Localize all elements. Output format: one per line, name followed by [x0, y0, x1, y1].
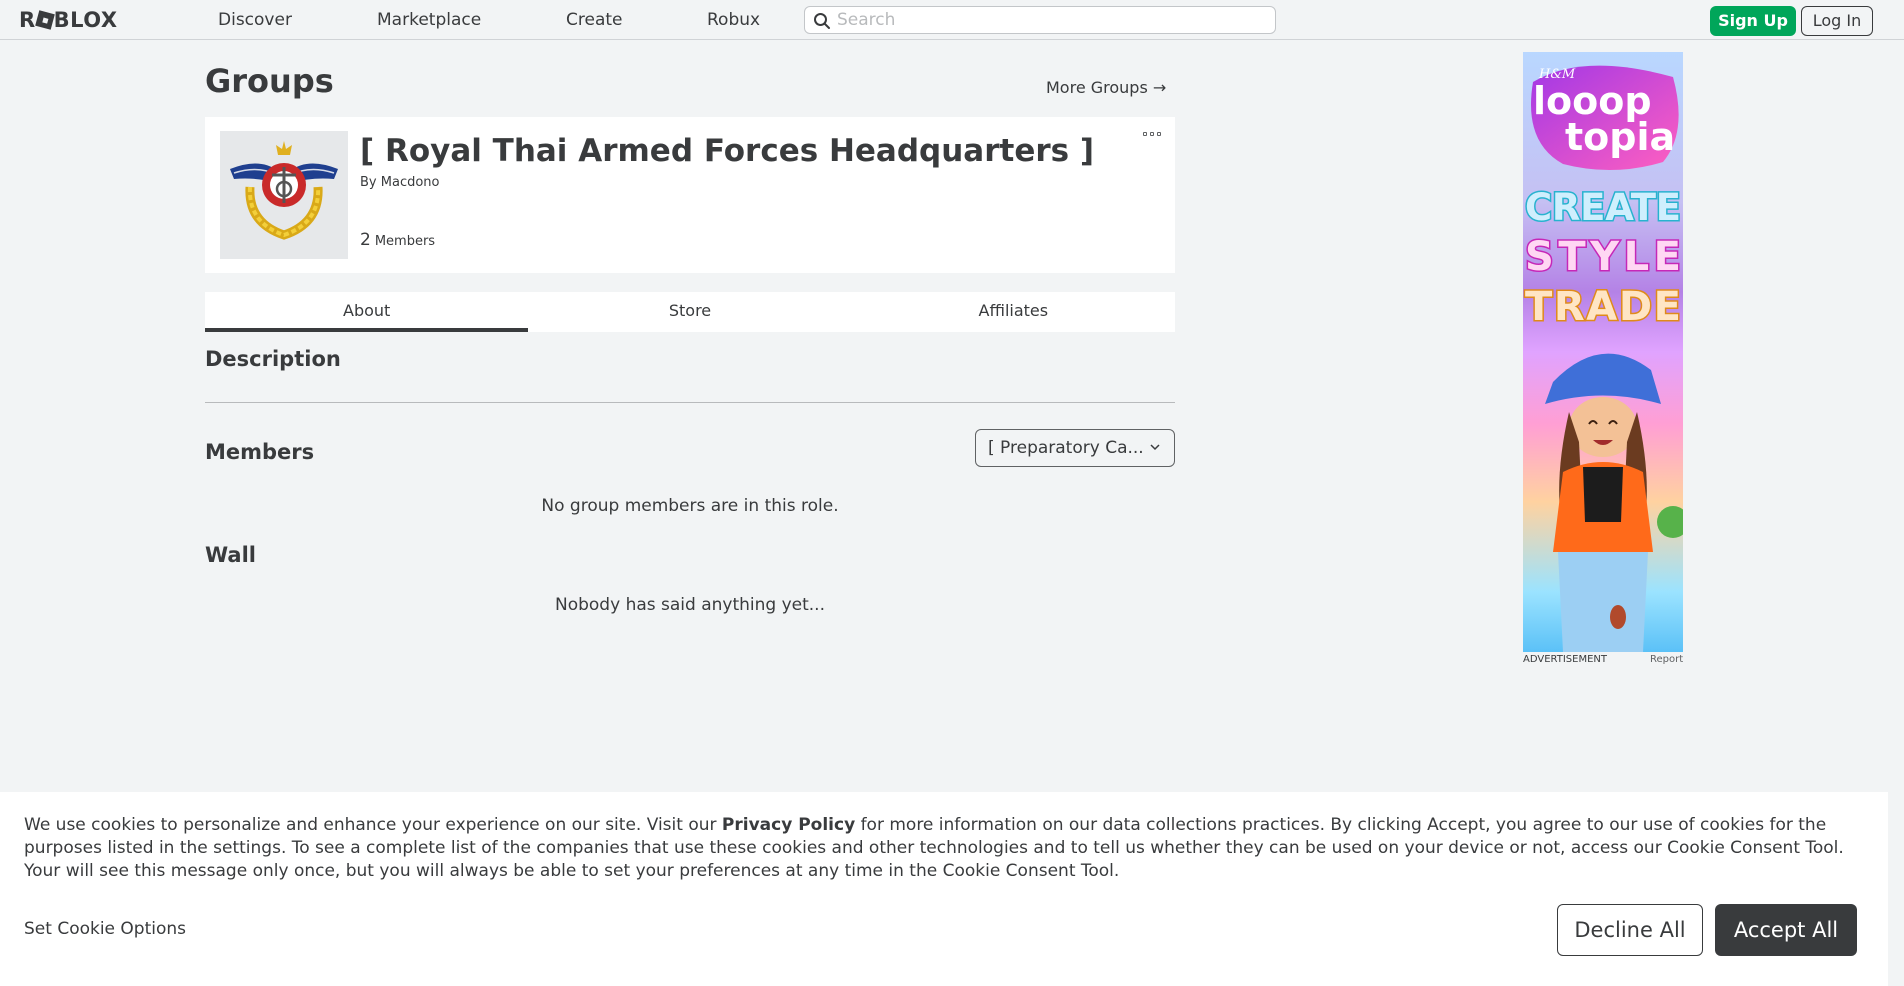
top-navigation-bar: R BLOX Discover Marketplace Create Robux … [0, 0, 1904, 40]
privacy-policy-link[interactable]: Privacy Policy [722, 815, 855, 835]
group-tabs: About Store Affiliates [205, 292, 1175, 332]
ad-word-create: CREATE [1525, 186, 1681, 229]
page-scrollbar[interactable] [1888, 40, 1904, 986]
ad-line2: topia [1565, 115, 1675, 159]
military-emblem-icon [230, 141, 338, 240]
member-count-label: Members [374, 234, 436, 249]
nav-link-create[interactable]: Create [566, 0, 623, 40]
member-count-value: 2 [360, 230, 371, 250]
ad-word-trade: TRADE [1525, 284, 1681, 330]
wall-empty-message: Nobody has said anything yet... [555, 595, 825, 615]
cookie-banner: We use cookies to personalize and enhanc… [0, 792, 1888, 986]
sign-up-button[interactable]: Sign Up [1710, 6, 1796, 36]
group-owner-line: By Macdono [360, 175, 440, 190]
cookie-text-before: We use cookies to personalize and enhanc… [24, 815, 722, 835]
member-count: 2 Members [360, 230, 435, 250]
members-heading: Members [205, 440, 315, 464]
log-in-button[interactable]: Log In [1801, 6, 1873, 36]
ad-report-link[interactable]: Report [1650, 654, 1683, 665]
search-icon [814, 13, 830, 29]
tab-affiliates[interactable]: Affiliates [852, 292, 1175, 332]
tab-store[interactable]: Store [528, 292, 851, 332]
role-dropdown[interactable]: [ Preparatory Ca... [975, 429, 1175, 467]
accept-all-button[interactable]: Accept All [1715, 904, 1857, 956]
advertisement-banner[interactable]: H&M looop topia CREATE STYLE TRADE [1523, 52, 1683, 652]
description-heading: Description [205, 347, 341, 371]
more-options-icon[interactable] [1143, 129, 1163, 139]
ad-word-style: STYLE [1525, 234, 1681, 280]
more-groups-link[interactable]: More Groups → [1046, 78, 1166, 97]
nav-link-robux[interactable]: Robux [707, 0, 760, 40]
tab-about[interactable]: About [205, 292, 529, 332]
wall-heading: Wall [205, 543, 256, 567]
search-box [804, 6, 1276, 34]
group-header-card: [ Royal Thai Armed Forces Headquarters ]… [205, 117, 1175, 273]
page-title: Groups [205, 62, 334, 100]
group-owner-link[interactable]: Macdono [381, 175, 440, 190]
by-label: By [360, 175, 377, 190]
nav-link-marketplace[interactable]: Marketplace [377, 0, 481, 40]
chevron-down-icon [1150, 444, 1160, 451]
logo-tilted-square-icon [34, 10, 55, 30]
group-name: [ Royal Thai Armed Forces Headquarters ] [360, 133, 1095, 169]
decline-all-button[interactable]: Decline All [1557, 904, 1703, 956]
nav-link-discover[interactable]: Discover [218, 0, 292, 40]
cookie-message: We use cookies to personalize and enhanc… [24, 814, 1874, 883]
members-empty-message: No group members are in this role. [541, 496, 839, 516]
set-cookie-options-link[interactable]: Set Cookie Options [24, 919, 186, 939]
group-emblem-image [220, 131, 348, 259]
ad-label: ADVERTISEMENT [1523, 654, 1608, 665]
search-input[interactable] [837, 9, 1267, 31]
roblox-logo[interactable]: R BLOX [19, 7, 118, 33]
ad-artwork: H&M looop topia CREATE STYLE TRADE [1524, 65, 1683, 652]
role-dropdown-value: [ Preparatory Ca... [988, 438, 1144, 458]
description-divider [205, 402, 1175, 403]
